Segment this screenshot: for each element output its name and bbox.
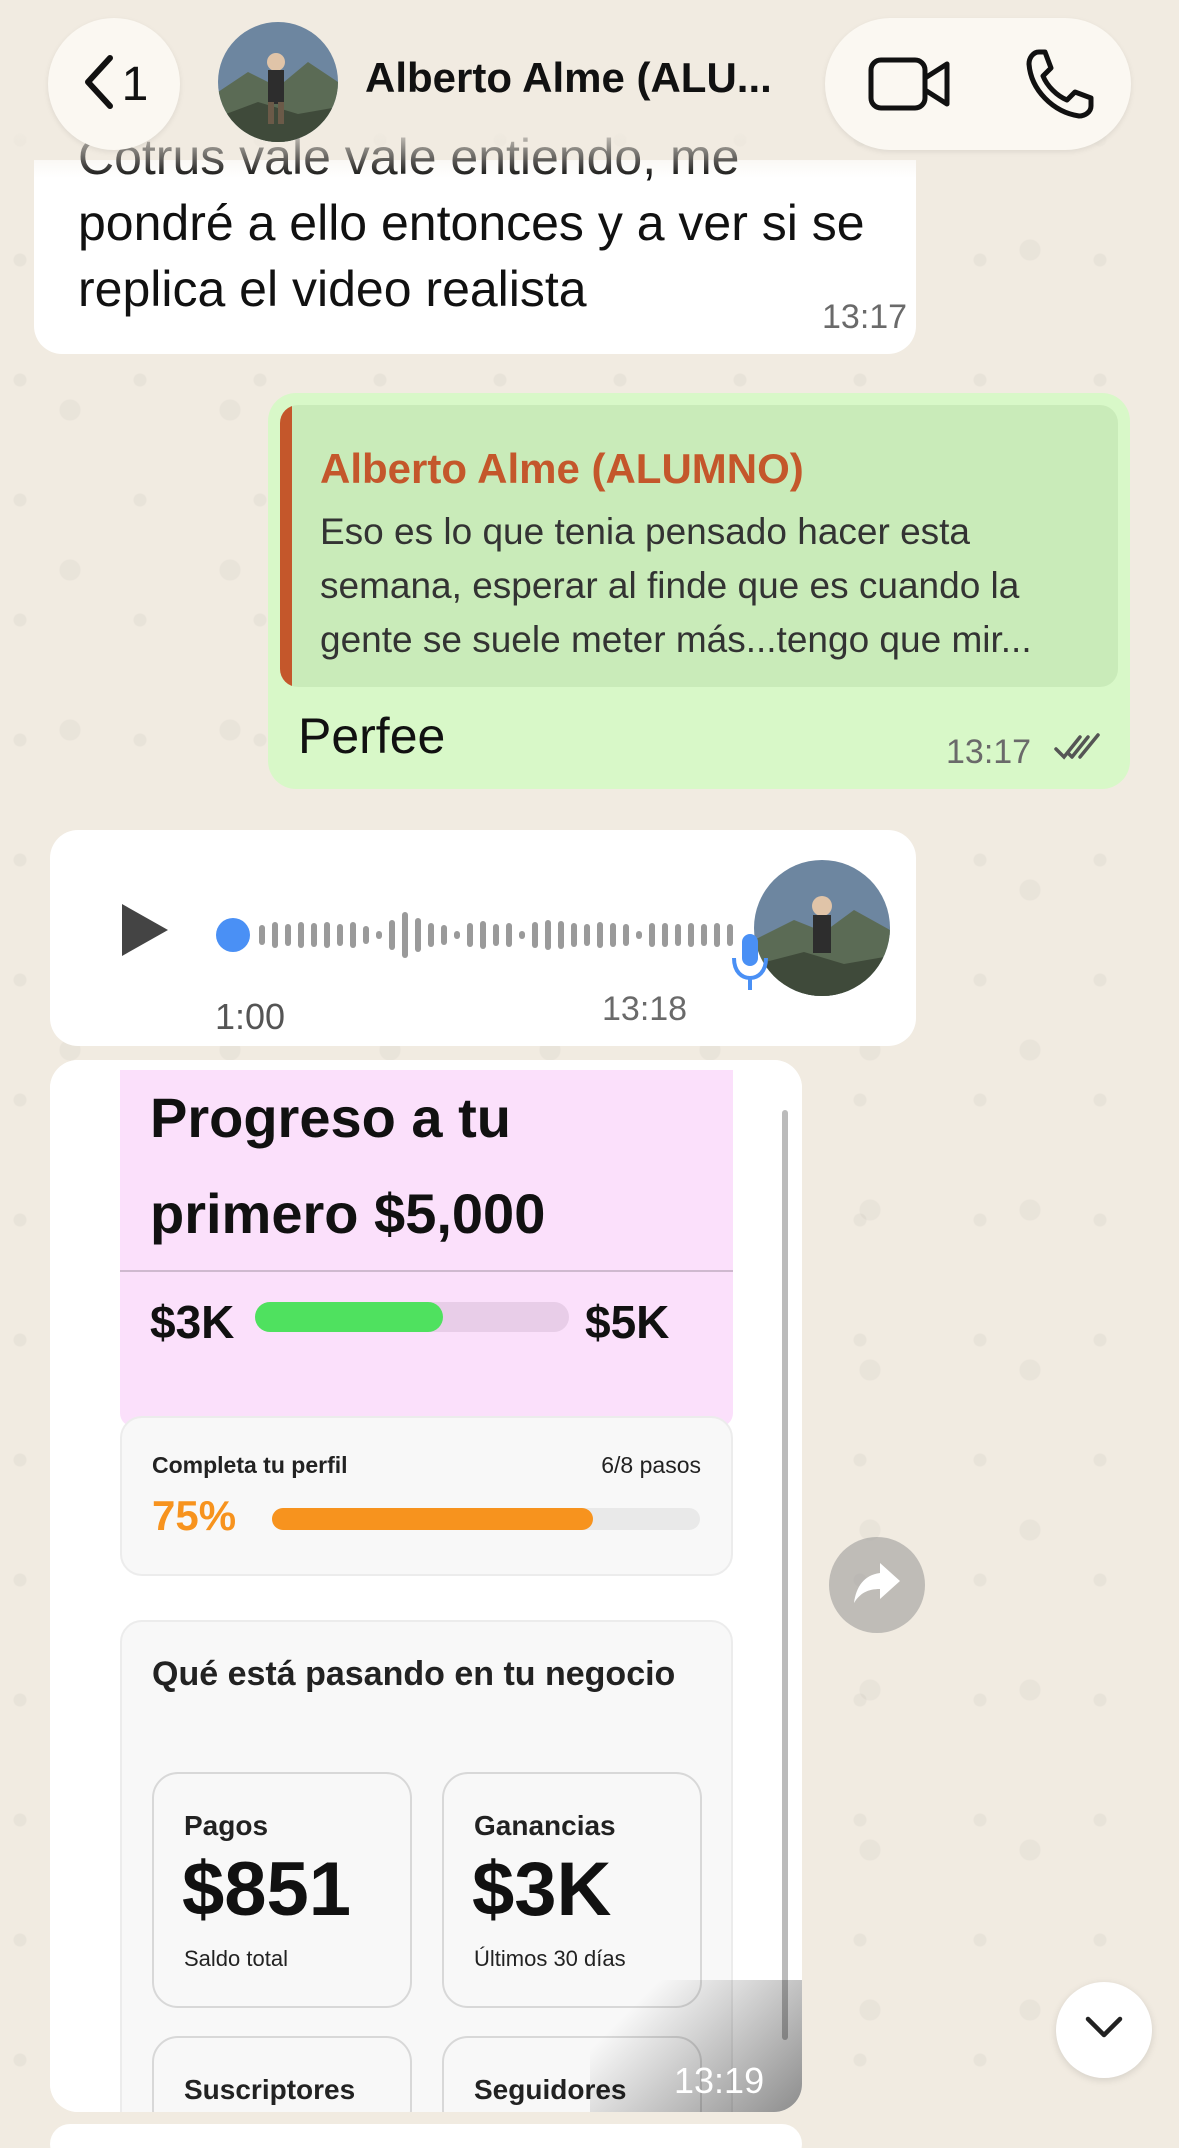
waveform-bar xyxy=(597,922,603,948)
incoming-message[interactable]: Cotrus vale vale entiendo, me pondré a e… xyxy=(34,129,916,354)
message-time: 13:19 xyxy=(674,2060,765,2101)
waveform-bar xyxy=(441,925,447,945)
divider xyxy=(120,1270,733,1272)
waveform-bar xyxy=(610,923,616,947)
progress-bar-fill xyxy=(255,1302,444,1332)
back-button[interactable]: 1 xyxy=(48,18,180,150)
waveform-bar xyxy=(675,924,681,946)
waveform-bar xyxy=(532,922,538,948)
voice-message[interactable]: 1:00 13:18 xyxy=(50,830,916,1046)
profile-steps: 6/8 pasos xyxy=(601,1452,701,1478)
stat-label: Ganancias xyxy=(474,1810,616,1841)
message-time: 13:17 xyxy=(822,298,908,336)
message-time: 13:18 xyxy=(602,990,688,1028)
waveform-bar xyxy=(545,920,551,950)
stat-ganancias: Ganancias $3K Últimos 30 días xyxy=(442,1772,702,2008)
waveform-bar xyxy=(311,923,317,947)
scroll-to-bottom-button[interactable] xyxy=(1056,1982,1152,2078)
stat-value: $3K xyxy=(472,1847,612,1932)
waveform-bar xyxy=(506,923,512,947)
stat-label: Pagos xyxy=(184,1810,269,1841)
waveform-bar xyxy=(324,922,330,948)
waveform-bar xyxy=(519,931,525,939)
play-icon[interactable] xyxy=(116,900,172,965)
waveform-bar xyxy=(649,923,655,947)
call-actions xyxy=(825,18,1131,150)
waveform-bar xyxy=(337,924,343,946)
chat-header: 1 Alberto Alme (ALU... xyxy=(0,0,1179,178)
waveform-bar xyxy=(350,922,356,948)
image-message[interactable]: Progreso a tu primero $5,000 $3K $5K Com… xyxy=(50,1060,802,2112)
progress-bar xyxy=(255,1302,569,1332)
waveform-bar xyxy=(389,920,395,950)
voice-duration: 1:00 xyxy=(215,996,286,1037)
waveform-bar xyxy=(415,918,421,952)
profile-card: Completa tu perfil 6/8 pasos 75% xyxy=(120,1416,733,1576)
waveform-bar xyxy=(259,925,265,945)
screenshot-scrollbar xyxy=(782,1110,788,2040)
double-check-icon xyxy=(1054,733,1100,768)
phone-icon[interactable] xyxy=(1025,48,1095,125)
waveform-bar xyxy=(688,923,694,947)
waveform-bar xyxy=(584,924,590,946)
chevron-down-icon xyxy=(1084,2015,1124,2046)
waveform-bar xyxy=(428,923,434,947)
profile-progress-bar xyxy=(272,1508,700,1530)
profile-label: Completa tu perfil xyxy=(152,1452,348,1478)
stat-sub: Saldo total xyxy=(184,1946,288,1971)
progress-title: Progreso a tu primero $5,000 xyxy=(150,1086,546,1245)
waveform-bar xyxy=(454,931,460,939)
waveform-bar xyxy=(298,922,304,948)
quoted-message[interactable]: Alberto Alme (ALUMNO) Eso es lo que teni… xyxy=(280,405,1118,687)
waveform-bar xyxy=(623,924,629,946)
waveform-bar xyxy=(363,926,369,944)
stat-pagos: Pagos $851 Saldo total xyxy=(152,1772,412,2008)
progress-low-label: $3K xyxy=(150,1296,235,1348)
business-heading: Qué está pasando en tu negocio xyxy=(152,1655,676,1693)
waveform-bar xyxy=(480,921,486,949)
profile-progress-fill xyxy=(272,1508,593,1530)
waveform-bar xyxy=(285,924,291,946)
unread-count: 1 xyxy=(121,57,149,111)
quote-accent-bar xyxy=(280,405,292,687)
waveform-bar xyxy=(636,931,642,939)
waveform-bar xyxy=(493,924,499,946)
waveform-bar xyxy=(662,923,668,947)
waveform-bar xyxy=(272,922,278,948)
chevron-left-icon xyxy=(80,52,116,117)
outgoing-message[interactable]: Alberto Alme (ALUMNO) Eso es lo que teni… xyxy=(268,393,1130,789)
waveform-bar xyxy=(701,924,707,946)
playhead-dot xyxy=(216,918,250,952)
waveform-bar xyxy=(571,923,577,947)
contact-name[interactable]: Alberto Alme (ALU... xyxy=(365,54,785,102)
message-text: Perfee xyxy=(298,708,446,764)
forward-icon xyxy=(852,1561,902,1610)
waveform-bar xyxy=(467,923,473,947)
forward-button[interactable] xyxy=(829,1537,925,1633)
contact-avatar[interactable] xyxy=(218,22,338,142)
voice-waveform[interactable] xyxy=(215,900,740,970)
waveform-bar xyxy=(714,923,720,947)
microphone-icon xyxy=(730,930,770,999)
stat-value: $851 xyxy=(182,1847,352,1932)
progress-card: Progreso a tu primero $5,000 $3K $5K xyxy=(120,1070,733,1427)
waveform-bar xyxy=(402,912,408,958)
waveform-bar xyxy=(558,921,564,949)
stat-label: Suscriptores xyxy=(184,2074,356,2105)
video-camera-icon[interactable] xyxy=(867,54,951,119)
sender-avatar xyxy=(754,860,890,996)
progress-high-label: $5K xyxy=(585,1296,670,1348)
profile-percent: 75% xyxy=(152,1492,237,1539)
stat-sub: Últimos 30 días xyxy=(474,1946,626,1971)
stat-suscriptores: Suscriptores xyxy=(152,2036,412,2112)
next-message-partial xyxy=(50,2124,802,2148)
waveform-bar xyxy=(376,931,382,939)
quote-text: Eso es lo que tenia pensado hacer esta s… xyxy=(320,511,1032,660)
quote-author: Alberto Alme (ALUMNO) xyxy=(320,445,804,492)
message-time: 13:17 xyxy=(946,733,1032,771)
shared-screenshot: Progreso a tu primero $5,000 $3K $5K Com… xyxy=(50,1060,802,2112)
